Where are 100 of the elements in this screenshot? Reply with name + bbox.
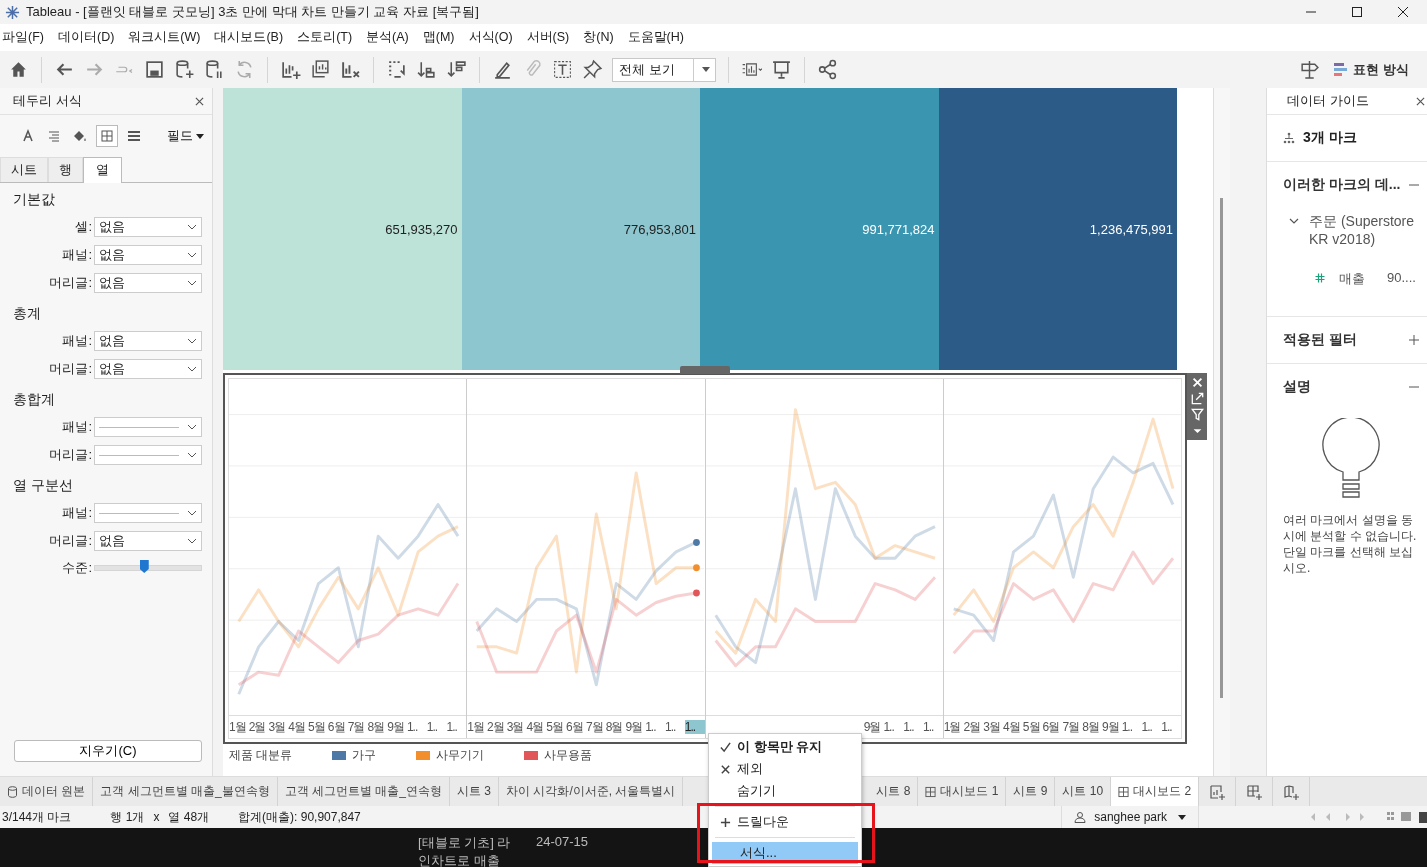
- axis-label[interactable]: 1월: [943, 718, 964, 736]
- save-icon[interactable]: [144, 59, 165, 80]
- data-point[interactable]: [693, 589, 701, 597]
- menu-item[interactable]: 제외: [709, 758, 861, 780]
- highlight-icon[interactable]: [492, 59, 513, 80]
- menu-item[interactable]: 창(N): [580, 29, 625, 46]
- axis-label[interactable]: 7월: [347, 718, 368, 736]
- axis-label[interactable]: 2월: [963, 718, 984, 736]
- axis-label[interactable]: 1월: [229, 718, 249, 736]
- menu-item[interactable]: 드릴다운: [709, 811, 861, 833]
- view-mode-icon[interactable]: [1387, 811, 1427, 823]
- new-worksheet-icon[interactable]: [280, 59, 301, 80]
- slider-thumb[interactable]: [139, 560, 149, 573]
- border-dropdown[interactable]: 없음: [94, 273, 202, 293]
- menu-item[interactable]: 워크시트(W): [125, 29, 212, 46]
- axis-label[interactable]: 1..: [645, 720, 665, 734]
- axis-label[interactable]: 2월: [487, 718, 507, 736]
- fields-dropdown[interactable]: 필드: [167, 127, 204, 145]
- axis-label[interactable]: 8월: [1082, 718, 1102, 736]
- add-icon[interactable]: [1409, 335, 1419, 345]
- axis-label[interactable]: 1..: [1141, 720, 1162, 734]
- sort-ascending-icon[interactable]: [416, 59, 437, 80]
- close-icon[interactable]: [195, 96, 204, 106]
- menu-item[interactable]: 숨기기: [709, 780, 861, 802]
- menu-item[interactable]: 맵(M): [419, 29, 466, 46]
- pin-icon[interactable]: [582, 59, 603, 80]
- duplicate-sheet-icon[interactable]: [310, 59, 331, 80]
- clear-button[interactable]: 지우기(C): [14, 740, 202, 762]
- axis-label[interactable]: 1..: [684, 720, 705, 734]
- pause-datasource-icon[interactable]: [204, 59, 225, 80]
- menu-item[interactable]: 서식(O): [465, 29, 524, 46]
- popout-icon[interactable]: [1190, 392, 1204, 405]
- sort-descending-icon[interactable]: [446, 59, 467, 80]
- new-datasource-icon[interactable]: [174, 59, 195, 80]
- axis-label[interactable]: 1..: [883, 720, 904, 734]
- axis-label[interactable]: 4월: [288, 718, 309, 736]
- border-dropdown[interactable]: 없음: [94, 331, 202, 351]
- axis-label[interactable]: 5월: [308, 718, 328, 736]
- chevron-icon[interactable]: [1289, 218, 1299, 224]
- resize-handle[interactable]: [680, 366, 730, 374]
- axis-label[interactable]: 9월: [625, 718, 646, 736]
- menu-item[interactable]: 분석(A): [363, 29, 420, 46]
- axis-label[interactable]: 3월: [983, 718, 1004, 736]
- axis-label[interactable]: 6월: [1042, 718, 1063, 736]
- menu-item[interactable]: 대시보드(B): [211, 29, 295, 46]
- axis-label[interactable]: 3월: [268, 718, 289, 736]
- axis-label[interactable]: 7월: [585, 718, 606, 736]
- format-tab[interactable]: 열: [83, 157, 122, 183]
- menu-item[interactable]: 파일(F): [0, 29, 55, 46]
- axis-label[interactable]: 6월: [566, 718, 586, 736]
- axis-label[interactable]: 1..: [446, 720, 467, 734]
- clear-sheet-icon[interactable]: [340, 59, 361, 80]
- border-dropdown[interactable]: 없음: [94, 359, 202, 379]
- axis-label[interactable]: 5월: [1022, 718, 1043, 736]
- axis-label[interactable]: 1..: [426, 720, 447, 734]
- axis-label[interactable]: 9월: [387, 718, 407, 736]
- axis-label[interactable]: 1..: [922, 720, 943, 734]
- maximize-icon[interactable]: [1351, 6, 1363, 18]
- close-icon[interactable]: [1397, 6, 1409, 18]
- text-box-icon[interactable]: [552, 59, 573, 80]
- axis-label[interactable]: 7월: [1062, 718, 1083, 736]
- menu-item[interactable]: 도움말(H): [624, 29, 695, 46]
- axis-label[interactable]: 2월: [248, 718, 269, 736]
- axis-label[interactable]: 6월: [327, 718, 348, 736]
- close-icon[interactable]: [1416, 96, 1425, 106]
- data-point[interactable]: [693, 539, 701, 546]
- scrollbar-thumb[interactable]: [1220, 198, 1223, 698]
- axis-label[interactable]: 8월: [367, 718, 388, 736]
- filter-icon[interactable]: [1190, 408, 1204, 421]
- axis-label[interactable]: 3월: [506, 718, 527, 736]
- axis-label[interactable]: 4월: [1003, 718, 1023, 736]
- axis-label[interactable]: 5월: [546, 718, 567, 736]
- format-tab[interactable]: 행: [48, 157, 83, 182]
- fit-dropdown[interactable]: 전체 보기: [612, 57, 716, 82]
- swap-icon[interactable]: [386, 59, 407, 80]
- presentation-icon[interactable]: [771, 59, 792, 80]
- axis-label[interactable]: 1월: [467, 718, 487, 736]
- menu-item[interactable]: 스토리(T): [294, 29, 364, 46]
- format-tab[interactable]: 시트: [0, 157, 48, 182]
- axis-label[interactable]: 1..: [406, 720, 427, 734]
- axis-label[interactable]: 4월: [526, 718, 547, 736]
- axis-label[interactable]: 8월: [605, 718, 626, 736]
- home-icon[interactable]: [8, 59, 29, 80]
- borders-icon[interactable]: [96, 125, 118, 147]
- axis-label[interactable]: 1..: [1161, 720, 1181, 734]
- show-me-button[interactable]: 표현 방식: [1329, 58, 1413, 81]
- axis-label[interactable]: 9월: [1101, 718, 1122, 736]
- menu-item[interactable]: 이 항목만 유지: [709, 736, 861, 758]
- border-dropdown[interactable]: 없음: [94, 217, 202, 237]
- axis-label[interactable]: 9월: [863, 718, 884, 736]
- share-icon[interactable]: [817, 59, 838, 80]
- border-dropdown[interactable]: 없음: [94, 531, 202, 551]
- axis-label[interactable]: 1..: [903, 720, 923, 734]
- axis-label[interactable]: 1..: [1121, 720, 1142, 734]
- axis-label[interactable]: 1..: [664, 720, 685, 734]
- signpost-icon[interactable]: [1299, 59, 1321, 80]
- sheet-tab[interactable]: 대시보드 2: [1111, 777, 1200, 806]
- menu-item[interactable]: 데이터(D): [54, 29, 126, 46]
- border-dropdown[interactable]: 없음: [94, 245, 202, 265]
- menu-item[interactable]: 서버(S): [523, 29, 581, 46]
